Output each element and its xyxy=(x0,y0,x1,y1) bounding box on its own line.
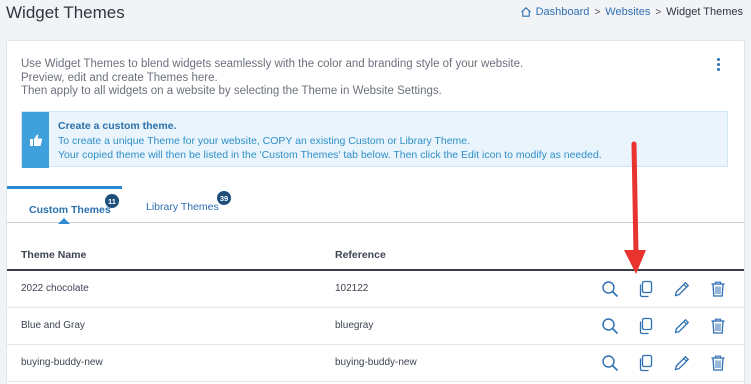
thumbs-up-icon xyxy=(29,134,42,146)
trash-icon xyxy=(711,318,725,334)
edit-button[interactable] xyxy=(673,317,709,337)
tab-label: Library Themes xyxy=(146,201,219,213)
edit-button[interactable] xyxy=(673,280,709,300)
theme-name-cell: 2022 chocolate xyxy=(21,283,89,294)
preview-button[interactable] xyxy=(601,317,637,337)
breadcrumb-separator: > xyxy=(594,6,601,18)
callout-line: Your copied theme will then be listed in… xyxy=(58,149,602,161)
home-icon[interactable] xyxy=(520,6,532,18)
trash-icon xyxy=(711,355,725,371)
breadcrumb: Dashboard > Websites > Widget Themes xyxy=(520,6,743,18)
intro-text: Use Widget Themes to blend widgets seaml… xyxy=(21,58,523,99)
copy-button[interactable] xyxy=(637,317,673,337)
breadcrumb-current: Widget Themes xyxy=(666,6,743,18)
table-row: Blue and Gray bluegray xyxy=(7,308,744,345)
row-actions xyxy=(601,317,745,337)
pencil-icon xyxy=(674,318,690,334)
tab-label: Custom Themes xyxy=(29,204,111,216)
reference-cell: 102122 xyxy=(335,283,369,294)
intro-line: Use Widget Themes to blend widgets seaml… xyxy=(21,58,524,70)
delete-button[interactable] xyxy=(709,280,745,300)
copy-icon xyxy=(639,280,653,298)
tab-custom-themes[interactable]: Custom Themes 11 xyxy=(7,186,122,224)
callout-line: To create a unique Theme for your websit… xyxy=(58,134,471,147)
theme-tabs: Custom Themes 11 Library Themes 39 xyxy=(7,186,744,224)
table-row: 2022 chocolate 102122 xyxy=(7,271,744,308)
intro-line: Then apply to all widgets on a website b… xyxy=(21,85,442,97)
info-callout: Create a custom theme. To create a uniqu… xyxy=(21,111,728,168)
edit-button[interactable] xyxy=(673,354,709,374)
delete-button[interactable] xyxy=(709,317,745,337)
callout-icon-box xyxy=(22,112,49,168)
tab-library-themes[interactable]: Library Themes 39 xyxy=(122,186,237,223)
search-icon xyxy=(602,281,619,298)
breadcrumb-separator: > xyxy=(655,6,662,18)
column-header-reference: Reference xyxy=(335,249,386,261)
reference-cell: buying-buddy-new xyxy=(335,357,417,368)
row-actions xyxy=(601,354,745,374)
page-title: Widget Themes xyxy=(6,3,125,22)
intro-line: Preview, edit and create Themes here. xyxy=(21,71,218,84)
count-badge: 39 xyxy=(217,191,231,205)
breadcrumb-websites[interactable]: Websites xyxy=(605,6,650,18)
trash-icon xyxy=(711,281,725,297)
copy-button[interactable] xyxy=(637,280,673,300)
copy-icon xyxy=(639,317,653,335)
callout-text: Create a custom theme. To create a uniqu… xyxy=(58,119,602,163)
breadcrumb-dashboard[interactable]: Dashboard xyxy=(536,6,590,18)
count-badge: 11 xyxy=(105,194,119,208)
delete-button[interactable] xyxy=(709,354,745,374)
theme-name-cell: Blue and Gray xyxy=(21,320,85,331)
row-actions xyxy=(601,280,745,300)
pencil-icon xyxy=(674,355,690,371)
more-options-icon[interactable] xyxy=(715,58,721,74)
search-icon xyxy=(602,355,619,372)
preview-button[interactable] xyxy=(601,280,637,300)
column-header-name: Theme Name xyxy=(21,249,87,261)
themes-card: Use Widget Themes to blend widgets seaml… xyxy=(6,40,745,384)
table-header: Theme Name Reference xyxy=(7,235,744,271)
search-icon xyxy=(602,318,619,335)
table-row: buying-buddy-new buying-buddy-new xyxy=(7,345,744,382)
themes-table: Theme Name Reference 2022 chocolate 1021… xyxy=(7,235,744,382)
active-tab-pointer xyxy=(58,218,70,224)
preview-button[interactable] xyxy=(601,354,637,374)
copy-icon xyxy=(639,354,653,372)
reference-cell: bluegray xyxy=(335,320,374,331)
theme-name-cell: buying-buddy-new xyxy=(21,357,103,368)
callout-title: Create a custom theme. xyxy=(58,120,177,132)
pencil-icon xyxy=(674,281,690,297)
copy-button[interactable] xyxy=(637,354,673,374)
